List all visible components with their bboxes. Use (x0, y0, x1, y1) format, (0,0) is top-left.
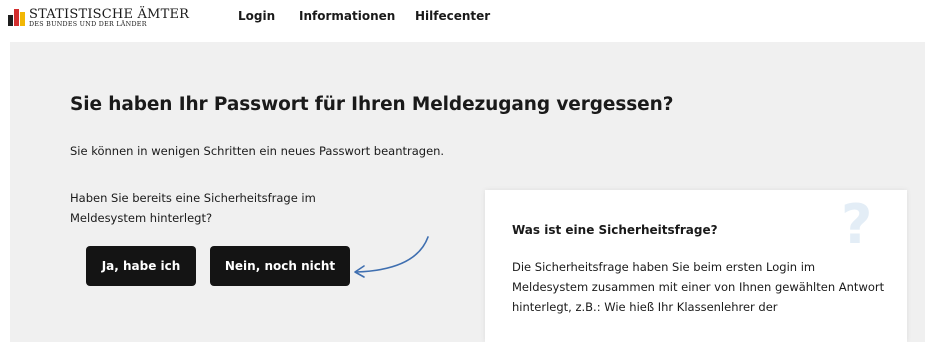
info-card-text: Die Sicherheitsfrage haben Sie beim erst… (512, 260, 885, 314)
info-card-title: Was ist eine Sicherheitsfrage? (512, 223, 718, 237)
yes-button[interactable]: Ja, habe ich (86, 246, 196, 286)
statistische-aemter-logo[interactable]: STATISTISCHE ÄMTER DES BUNDES UND DER LÄ… (8, 6, 190, 30)
nav-login[interactable]: Login (238, 9, 275, 23)
security-question-info-card: ? Was ist eine Sicherheitsfrage? Die Sic… (485, 190, 907, 342)
logo-title: STATISTISCHE ÄMTER (29, 7, 190, 22)
nav-informationen[interactable]: Informationen (299, 9, 395, 23)
security-question-prompt: Haben Sie bereits eine Sicherheitsfrage … (70, 191, 316, 225)
logo-subtitle: DES BUNDES UND DER LÄNDER (29, 21, 147, 28)
top-navigation-bar: STATISTISCHE ÄMTER DES BUNDES UND DER LÄ… (0, 0, 925, 40)
no-button[interactable]: Nein, noch nicht (210, 246, 350, 286)
page-title: Sie haben Ihr Passwort für Ihren Meldezu… (70, 94, 674, 115)
question-mark-icon: ? (841, 193, 873, 256)
pointer-arrow-icon (354, 236, 429, 278)
intro-text: Sie können in wenigen Schritten ein neue… (70, 144, 445, 158)
logo-bars-icon (8, 9, 26, 26)
nav-hilfecenter[interactable]: Hilfecenter (415, 9, 490, 23)
